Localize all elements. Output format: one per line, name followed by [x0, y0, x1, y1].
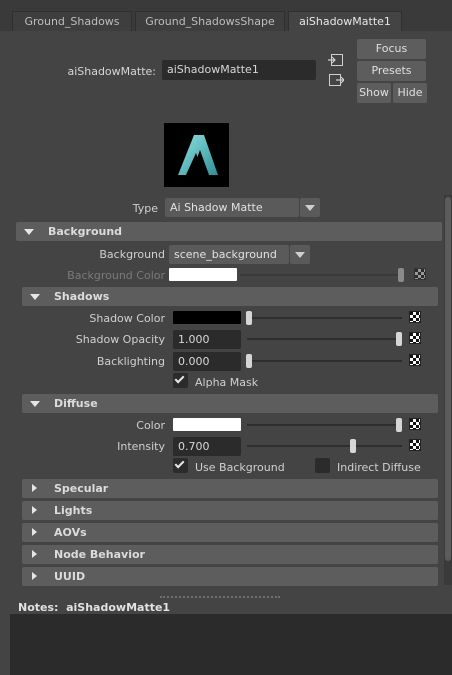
background-label: Background: [99, 248, 165, 261]
background-color-swatch[interactable]: [169, 268, 237, 281]
tab-bar: Ground_Shadows Ground_ShadowsShape aiSha…: [0, 0, 452, 31]
shadow-color-slider-knob[interactable]: [246, 311, 252, 325]
intensity-field[interactable]: 0.700: [173, 437, 241, 456]
section-title: AOVs: [54, 526, 87, 539]
section-title: Specular: [54, 482, 109, 495]
diffuse-color-slider-knob[interactable]: [396, 418, 402, 432]
collapse-triangle-icon: [30, 401, 40, 407]
intensity-slider-knob[interactable]: [350, 439, 356, 453]
presets-button[interactable]: Presets: [357, 61, 426, 81]
shadow-opacity-label: Shadow Opacity: [75, 333, 165, 346]
backlighting-slider-knob[interactable]: [246, 354, 252, 368]
notes-splitter[interactable]: [160, 596, 280, 598]
dropdown-arrow-icon: [305, 205, 315, 211]
scrollbar-thumb[interactable]: [445, 197, 451, 561]
expand-triangle-icon: [32, 506, 37, 514]
section-title: Lights: [54, 504, 93, 517]
dropdown-arrow-icon: [295, 252, 305, 258]
input-connection-icon[interactable]: [328, 53, 344, 67]
section-background-header[interactable]: Background: [16, 222, 442, 241]
expand-triangle-icon: [32, 484, 37, 492]
shadow-color-swatch[interactable]: [173, 311, 241, 324]
expand-triangle-icon: [32, 528, 37, 536]
diffuse-color-label: Color: [136, 419, 165, 432]
backlighting-label: Backlighting: [96, 355, 165, 368]
notes-header: Notes: aiShadowMatte1: [18, 601, 170, 614]
check-icon: [174, 373, 185, 384]
notes-textarea[interactable]: [10, 614, 452, 675]
collapse-triangle-icon: [24, 229, 34, 235]
background-dropdown[interactable]: scene_background: [169, 245, 289, 264]
tab-ai-shadow-matte[interactable]: aiShadowMatte1: [288, 11, 402, 31]
section-title: Shadows: [54, 290, 110, 303]
use-background-checkbox[interactable]: [173, 458, 188, 473]
background-dropdown-button[interactable]: [290, 245, 310, 264]
output-connection-icon[interactable]: [328, 73, 344, 87]
type-dropdown[interactable]: Ai Shadow Matte: [165, 198, 299, 217]
diffuse-color-slider[interactable]: [247, 424, 402, 426]
expand-triangle-icon: [32, 550, 37, 558]
background-color-slider-knob[interactable]: [398, 268, 404, 282]
checker-map-icon[interactable]: [414, 268, 426, 280]
show-button[interactable]: Show: [357, 83, 391, 103]
section-diffuse-header[interactable]: Diffuse: [22, 394, 438, 413]
shadow-opacity-slider-knob[interactable]: [396, 332, 402, 346]
node-name-field[interactable]: aiShadowMatte1: [162, 60, 316, 80]
focus-button[interactable]: Focus: [357, 39, 426, 59]
expand-triangle-icon: [32, 572, 37, 580]
section-title: Node Behavior: [54, 548, 145, 561]
checker-map-icon[interactable]: [409, 439, 421, 451]
type-label: Type: [132, 202, 158, 215]
alpha-mask-label: Alpha Mask: [195, 376, 259, 389]
background-color-slider[interactable]: [240, 274, 404, 276]
use-background-label: Use Background: [195, 461, 285, 474]
notes-label: Notes:: [18, 601, 59, 614]
section-lights-header[interactable]: Lights: [22, 501, 438, 520]
material-swatch[interactable]: [164, 123, 229, 187]
notes-node-name: aiShadowMatte1: [66, 601, 171, 614]
indirect-diffuse-label: Indirect Diffuse: [337, 461, 421, 474]
shadow-opacity-field[interactable]: 1.000: [173, 330, 241, 349]
checker-map-icon[interactable]: [409, 311, 421, 323]
vertical-scrollbar[interactable]: [444, 195, 452, 585]
hide-button[interactable]: Hide: [393, 83, 427, 103]
backlighting-field[interactable]: 0.000: [173, 352, 241, 371]
intensity-label: Intensity: [117, 440, 165, 453]
alpha-mask-checkbox[interactable]: [173, 373, 188, 388]
section-title: Diffuse: [54, 397, 98, 410]
section-title: UUID: [54, 570, 86, 583]
section-title: Background: [48, 225, 123, 238]
checker-map-icon[interactable]: [409, 332, 421, 344]
type-dropdown-button[interactable]: [300, 198, 320, 217]
tab-ground-shadows-shape[interactable]: Ground_ShadowsShape: [135, 11, 285, 31]
background-color-label: Background Color: [67, 269, 165, 282]
indirect-diffuse-checkbox[interactable]: [315, 458, 330, 473]
section-shadows-header[interactable]: Shadows: [22, 287, 438, 306]
section-node-behavior-header[interactable]: Node Behavior: [22, 545, 438, 564]
check-icon: [174, 458, 185, 469]
shadow-color-slider[interactable]: [247, 317, 402, 319]
checker-map-icon[interactable]: [409, 418, 421, 430]
shadow-opacity-slider[interactable]: [247, 338, 402, 340]
backlighting-slider[interactable]: [247, 360, 402, 362]
collapse-triangle-icon: [30, 294, 40, 300]
shadow-color-label: Shadow Color: [89, 312, 165, 325]
section-uuid-header[interactable]: UUID: [22, 567, 438, 586]
tab-ground-shadows[interactable]: Ground_Shadows: [12, 11, 132, 31]
checker-map-icon[interactable]: [409, 354, 421, 366]
section-specular-header[interactable]: Specular: [22, 479, 438, 498]
arnold-logo-icon: [178, 135, 218, 175]
section-aovs-header[interactable]: AOVs: [22, 523, 438, 542]
node-name-label: aiShadowMatte:: [67, 65, 156, 78]
diffuse-color-swatch[interactable]: [173, 418, 241, 431]
intensity-slider[interactable]: [247, 445, 402, 447]
